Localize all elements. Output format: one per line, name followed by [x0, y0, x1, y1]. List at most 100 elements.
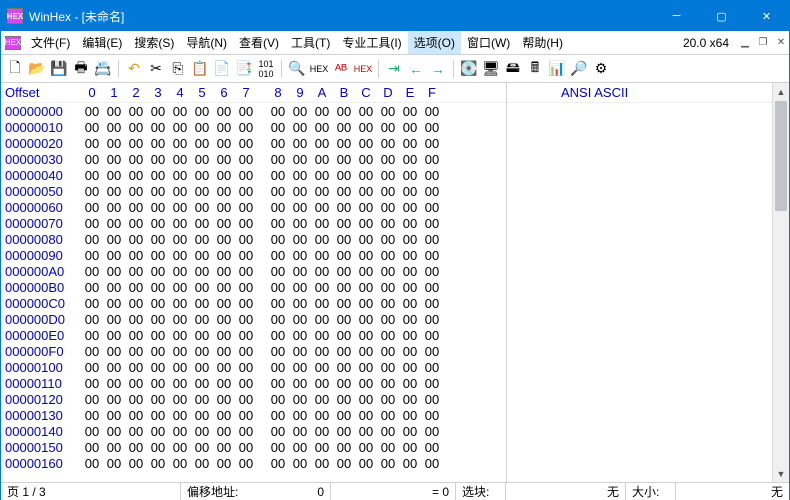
hex-byte-cell[interactable]: 00	[421, 168, 443, 183]
hex-byte-cell[interactable]: 00	[213, 280, 235, 295]
hex-byte-cell[interactable]: 00	[399, 440, 421, 455]
hex-byte-cell[interactable]: 00	[355, 280, 377, 295]
hex-byte-cell[interactable]: 00	[355, 312, 377, 327]
hex-byte-cell[interactable]: 00	[213, 344, 235, 359]
hex-byte-cell[interactable]: 00	[267, 456, 289, 471]
copy-icon[interactable]: ⎘	[168, 59, 188, 79]
hex-byte-cell[interactable]: 00	[81, 376, 103, 391]
hex-byte-cell[interactable]: 00	[191, 216, 213, 231]
hex-byte-cell[interactable]: 00	[125, 248, 147, 263]
hex-byte-cell[interactable]: 00	[125, 264, 147, 279]
hex-byte-cell[interactable]: 00	[355, 168, 377, 183]
hex-row[interactable]: 0000016000000000000000000000000000000000	[1, 455, 506, 471]
hex-byte-cell[interactable]: 00	[235, 440, 257, 455]
hex-byte-cell[interactable]: 00	[169, 120, 191, 135]
hex-byte-cell[interactable]: 00	[355, 248, 377, 263]
close-button[interactable]: ✕	[744, 1, 789, 31]
hex-byte-cell[interactable]: 00	[289, 440, 311, 455]
hex-byte-cell[interactable]: 00	[81, 456, 103, 471]
hex-byte-cell[interactable]: 00	[125, 312, 147, 327]
hex-byte-cell[interactable]: 00	[333, 344, 355, 359]
hex-byte-cell[interactable]: 00	[169, 264, 191, 279]
hex-rows[interactable]: 0000000000000000000000000000000000000000…	[1, 103, 506, 482]
hex-byte-cell[interactable]: 00	[147, 200, 169, 215]
hex-byte-cell[interactable]: 00	[421, 376, 443, 391]
hex-byte-cell[interactable]: 00	[399, 424, 421, 439]
hex-byte-cell[interactable]: 00	[421, 440, 443, 455]
hex-byte-cell[interactable]: 00	[333, 360, 355, 375]
save-icon[interactable]: 💾	[49, 59, 69, 79]
hex-byte-cell[interactable]: 00	[355, 440, 377, 455]
hex-byte-cell[interactable]: 00	[81, 120, 103, 135]
hex-byte-cell[interactable]: 00	[213, 232, 235, 247]
hex-byte-cell[interactable]: 00	[191, 184, 213, 199]
hex-row[interactable]: 0000008000000000000000000000000000000000	[1, 231, 506, 247]
hex-byte-cell[interactable]: 00	[169, 168, 191, 183]
hex-byte-cell[interactable]: 00	[355, 216, 377, 231]
hex-byte-cell[interactable]: 00	[147, 408, 169, 423]
hex-byte-cell[interactable]: 00	[147, 344, 169, 359]
hex-byte-cell[interactable]: 00	[311, 376, 333, 391]
hex-byte-cell[interactable]: 00	[355, 408, 377, 423]
hex-byte-cell[interactable]: 00	[191, 376, 213, 391]
hex-byte-cell[interactable]: 00	[103, 248, 125, 263]
hex-byte-cell[interactable]: 00	[333, 136, 355, 151]
hex-byte-cell[interactable]: 00	[289, 136, 311, 151]
hex-byte-cell[interactable]: 00	[169, 248, 191, 263]
menu-item[interactable]: 文件(F)	[25, 31, 76, 54]
hex-byte-cell[interactable]: 00	[213, 392, 235, 407]
hex-byte-cell[interactable]: 00	[311, 248, 333, 263]
hex-byte-cell[interactable]: 00	[355, 136, 377, 151]
hex-byte-cell[interactable]: 00	[81, 248, 103, 263]
hex-byte-cell[interactable]: 00	[355, 184, 377, 199]
maximize-button[interactable]: ▢	[699, 1, 744, 31]
undo-icon[interactable]: ↶	[124, 59, 144, 79]
hex-byte-cell[interactable]: 00	[213, 440, 235, 455]
hex-byte-cell[interactable]: 00	[421, 200, 443, 215]
hex-byte-cell[interactable]: 00	[311, 392, 333, 407]
hex-byte-cell[interactable]: 00	[191, 392, 213, 407]
mdi-close-icon[interactable]: ✕	[773, 35, 789, 51]
hex-byte-cell[interactable]: 00	[169, 152, 191, 167]
hex-byte-cell[interactable]: 00	[311, 280, 333, 295]
hex-byte-cell[interactable]: 00	[213, 360, 235, 375]
hex-byte-cell[interactable]: 00	[399, 104, 421, 119]
hex-byte-cell[interactable]: 00	[125, 376, 147, 391]
menu-item[interactable]: 专业工具(I)	[336, 31, 407, 54]
hex-byte-cell[interactable]: 00	[421, 328, 443, 343]
analyze-icon[interactable]: 📊	[547, 59, 567, 79]
hex-byte-cell[interactable]: 00	[191, 296, 213, 311]
hex-row[interactable]: 0000004000000000000000000000000000000000	[1, 167, 506, 183]
open-folder-icon[interactable]: 📂	[27, 59, 47, 79]
hex-byte-cell[interactable]: 00	[81, 360, 103, 375]
hex-byte-cell[interactable]: 00	[81, 408, 103, 423]
hex-byte-cell[interactable]: 00	[267, 408, 289, 423]
hex-byte-cell[interactable]: 00	[311, 360, 333, 375]
hex-byte-cell[interactable]: 00	[191, 344, 213, 359]
hex-byte-cell[interactable]: 00	[377, 328, 399, 343]
hex-byte-cell[interactable]: 00	[377, 296, 399, 311]
hex-row[interactable]: 0000007000000000000000000000000000000000	[1, 215, 506, 231]
hex-byte-cell[interactable]: 00	[399, 184, 421, 199]
hex-row[interactable]: 0000005000000000000000000000000000000000	[1, 183, 506, 199]
hex-byte-cell[interactable]: 00	[213, 312, 235, 327]
hex-byte-cell[interactable]: 00	[169, 184, 191, 199]
hex-byte-cell[interactable]: 00	[333, 264, 355, 279]
hex-byte-cell[interactable]: 00	[267, 296, 289, 311]
hex-byte-cell[interactable]: 00	[421, 360, 443, 375]
hex-byte-cell[interactable]: 00	[311, 232, 333, 247]
hex-byte-cell[interactable]: 00	[421, 216, 443, 231]
hex-byte-cell[interactable]: 00	[103, 424, 125, 439]
scroll-thumb[interactable]	[775, 101, 787, 211]
hex-byte-cell[interactable]: 00	[191, 312, 213, 327]
hex-byte-cell[interactable]: 00	[147, 168, 169, 183]
hex-byte-cell[interactable]: 00	[147, 104, 169, 119]
hex-byte-cell[interactable]: 00	[377, 136, 399, 151]
hex-byte-cell[interactable]: 00	[125, 136, 147, 151]
hex-byte-cell[interactable]: 00	[235, 264, 257, 279]
hex-byte-cell[interactable]: 00	[377, 424, 399, 439]
hex-row[interactable]: 0000003000000000000000000000000000000000	[1, 151, 506, 167]
hex-byte-cell[interactable]: 00	[147, 456, 169, 471]
hex-byte-cell[interactable]: 00	[399, 456, 421, 471]
hex-byte-cell[interactable]: 00	[125, 344, 147, 359]
